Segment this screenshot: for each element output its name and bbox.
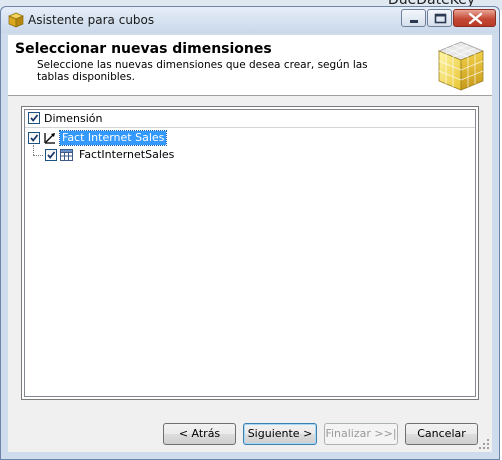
window-title: Asistente para cubos xyxy=(28,13,155,27)
maximize-button[interactable] xyxy=(427,9,452,27)
tree-connector xyxy=(33,155,43,156)
finish-button[interactable]: Finalizar >>| xyxy=(324,423,398,445)
tree-column-header[interactable]: Dimensión xyxy=(25,110,475,128)
dimension-tree[interactable]: Dimensión Fact Internet Sales FactIntern… xyxy=(21,106,479,400)
page-description: Seleccione las nuevas dimensiones que de… xyxy=(37,59,368,83)
node-checkbox-fact-internet-sales[interactable] xyxy=(28,132,40,144)
wizard-content: Dimensión Fact Internet Sales FactIntern… xyxy=(8,96,492,452)
close-icon xyxy=(468,12,483,25)
back-button[interactable]: < Atrás xyxy=(163,423,236,445)
tree-header-label: Dimensión xyxy=(44,112,103,125)
maximize-icon xyxy=(434,13,447,24)
cube-banner-icon xyxy=(437,41,485,91)
minimize-button[interactable] xyxy=(401,9,426,27)
node-checkbox-factinternetsales[interactable] xyxy=(45,149,57,161)
tree-node-label-child[interactable]: FactInternetSales xyxy=(79,148,174,162)
dimension-icon xyxy=(44,133,55,144)
checkmark-icon xyxy=(47,151,56,159)
cube-app-icon xyxy=(8,12,24,28)
cancel-button[interactable]: Cancelar xyxy=(405,423,478,445)
tree-connector xyxy=(33,145,34,155)
wizard-window: Asistente para cubos Seleccionar nuevas … xyxy=(0,6,500,460)
tree-frame: Dimensión Fact Internet Sales FactIntern… xyxy=(24,109,476,397)
resize-grip-icon[interactable] xyxy=(478,438,490,450)
wizard-header: Seleccionar nuevas dimensiones Seleccion… xyxy=(8,35,492,96)
checkmark-icon xyxy=(30,134,39,142)
checkmark-icon xyxy=(30,114,39,122)
page-title: Seleccionar nuevas dimensiones xyxy=(15,41,272,57)
minimize-icon xyxy=(410,20,418,23)
header-checkbox[interactable] xyxy=(28,112,40,124)
table-icon xyxy=(60,149,73,161)
title-bar[interactable]: Asistente para cubos xyxy=(1,7,499,33)
next-button[interactable]: Siguiente > xyxy=(243,423,317,445)
tree-node-label-root[interactable]: Fact Internet Sales xyxy=(58,130,168,146)
close-button[interactable] xyxy=(453,9,496,27)
